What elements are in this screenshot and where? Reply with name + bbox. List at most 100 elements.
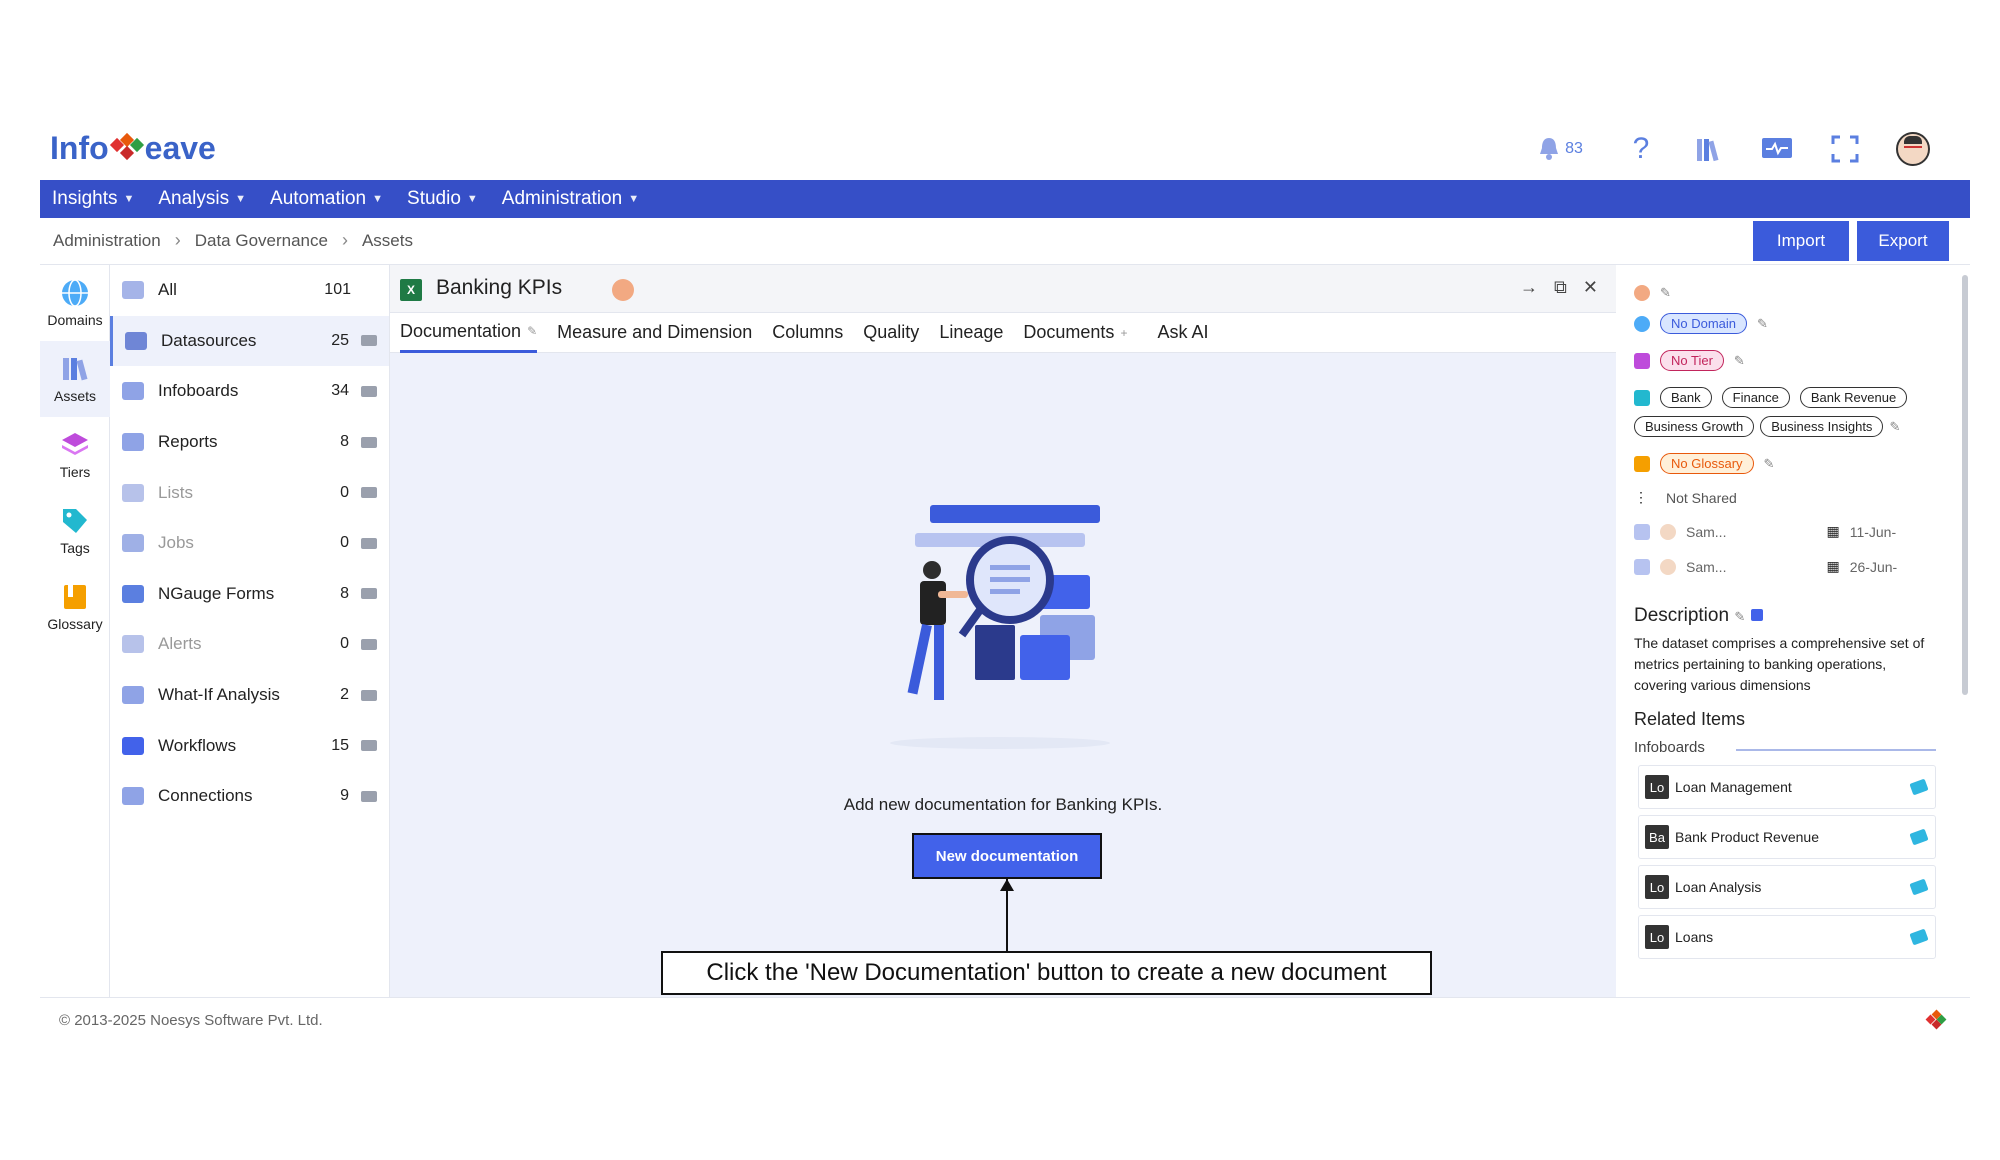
category-lists[interactable]: Lists 0 [110,467,389,518]
folder-icon[interactable] [361,638,377,650]
folder-icon[interactable] [361,790,377,802]
pencil-icon: ✎ [527,324,538,338]
nav-insights[interactable]: Insights ▼ [52,188,134,210]
rail-domains[interactable]: Domains [40,265,110,341]
category-infoboards[interactable]: Infoboards 34 [110,366,389,417]
folder-icon[interactable] [361,385,377,397]
pencil-icon[interactable]: ✎ [1660,285,1671,301]
tag-pill[interactable]: Bank [1660,387,1712,408]
tag-icon [1909,828,1929,846]
created-by: Sam... [1686,523,1727,540]
infoveave-logo[interactable]: Info eave [50,130,216,167]
category-all[interactable]: All 101 [110,265,389,316]
item-abbr: Ba [1645,825,1669,849]
library-button[interactable] [1692,132,1726,166]
left-rail: Domains Assets Tiers Tags Glossary [40,265,110,998]
asset-title: Banking KPIs [436,276,563,299]
tab-lineage[interactable]: Lineage [939,313,1003,353]
user-avatar[interactable] [1896,132,1930,166]
tab-documentation[interactable]: Documentation ✎ [400,313,538,353]
books-icon [63,358,88,381]
tag-icon [1909,878,1929,896]
layers-icon [62,433,88,455]
asset-properties-panel: ✎ No Domain ✎ No Tier ✎ Bank Finance Bank … [1626,265,1970,998]
tag-icon [1634,389,1650,406]
tag-pill[interactable]: Finance [1721,387,1790,408]
scrollbar[interactable] [1962,275,1968,695]
rail-glossary[interactable]: Glossary [40,569,110,645]
category-what-if-analysis[interactable]: What-If Analysis 2 [110,670,389,721]
category-datasources[interactable]: Datasources 25 [110,315,389,367]
chevron-down-icon: ▼ [123,193,135,205]
modified-by: Sam... [1686,558,1727,575]
category-connections[interactable]: Connections 9 [110,771,389,822]
export-button[interactable]: Export [1857,221,1949,261]
pencil-icon[interactable]: ✎ [1734,353,1745,369]
user-edit-icon [1634,558,1650,575]
rail-tags[interactable]: Tags [40,493,110,569]
new-documentation-button[interactable]: New documentation [912,833,1102,879]
folder-icon[interactable] [361,335,377,347]
workflow-icon [122,736,144,755]
layers-icon [1634,352,1650,369]
tag-pill[interactable]: Business Insights [1760,416,1884,437]
monitor-button[interactable] [1760,132,1794,166]
folder-icon[interactable] [361,689,377,701]
breadcrumb-administration[interactable]: Administration [53,231,161,251]
rail-assets[interactable]: Assets [40,341,110,417]
tab-ask-ai[interactable]: Ask AI [1157,313,1208,353]
ai-icon[interactable] [1750,609,1763,621]
tag-pill[interactable]: Business Growth [1634,416,1755,437]
folder-icon[interactable] [361,487,377,499]
tab-columns[interactable]: Columns [772,313,843,353]
plus-icon: + [1120,325,1128,340]
pencil-icon[interactable]: ✎ [1889,419,1900,435]
folder-icon[interactable] [361,588,377,600]
rail-tiers[interactable]: Tiers [40,417,110,493]
arrow-right-icon[interactable]: → [1520,277,1538,298]
related-item[interactable]: Lo Loans [1638,915,1936,959]
list-icon [122,483,144,502]
description-text: The dataset comprises a comprehensive se… [1634,635,1925,693]
close-icon[interactable]: ✕ [1583,277,1598,298]
nav-automation[interactable]: Automation ▼ [270,188,383,210]
gauge-icon [122,584,144,603]
header-toolbar: 83 ? [1530,132,1930,166]
nav-administration[interactable]: Administration ▼ [502,188,639,210]
category-alerts[interactable]: Alerts 0 [110,619,389,670]
notifications-button[interactable]: 83 [1530,132,1590,166]
folder-icon[interactable] [361,436,377,448]
help-button[interactable]: ? [1624,132,1658,166]
tag-pill[interactable]: Bank Revenue [1799,387,1908,408]
category-ngauge-forms[interactable]: NGauge Forms 8 [110,569,389,620]
related-item[interactable]: Lo Loan Analysis [1638,865,1936,909]
created-date: 11-Jun- [1849,523,1897,540]
related-item[interactable]: Lo Loan Management [1638,765,1936,809]
nav-analysis[interactable]: Analysis ▼ [158,188,246,210]
folder-icon[interactable] [361,740,377,752]
category-workflows[interactable]: Workflows 15 [110,720,389,771]
pencil-icon[interactable]: ✎ [1757,316,1768,332]
tab-documents[interactable]: Documents + [1023,313,1127,353]
open-external-icon[interactable]: ⧉ [1554,277,1567,298]
folder-icon[interactable] [361,537,377,549]
tab-measure-and-dimension[interactable]: Measure and Dimension [557,313,752,353]
import-button[interactable]: Import [1753,221,1849,261]
tier-pill[interactable]: No Tier [1660,350,1724,371]
glossary-pill[interactable]: No Glossary [1660,453,1754,474]
nav-studio[interactable]: Studio ▼ [407,188,478,210]
category-reports[interactable]: Reports 8 [110,417,389,468]
domain-pill[interactable]: No Domain [1660,313,1748,334]
category-jobs[interactable]: Jobs 0 [110,518,389,569]
related-item[interactable]: Ba Bank Product Revenue [1638,815,1936,859]
tab-quality[interactable]: Quality [863,313,919,353]
breadcrumb-data-governance[interactable]: Data Governance [195,231,328,251]
fullscreen-button[interactable] [1828,132,1862,166]
status-badge-icon [612,279,634,301]
pencil-icon[interactable]: ✎ [1734,609,1745,624]
book-icon [1634,455,1650,472]
share-status: Not Shared [1666,489,1737,506]
fullscreen-icon [1831,135,1859,163]
pencil-icon[interactable]: ✎ [1764,456,1775,472]
asset-header: X Banking KPIs → ⧉ ✕ [390,265,1616,313]
